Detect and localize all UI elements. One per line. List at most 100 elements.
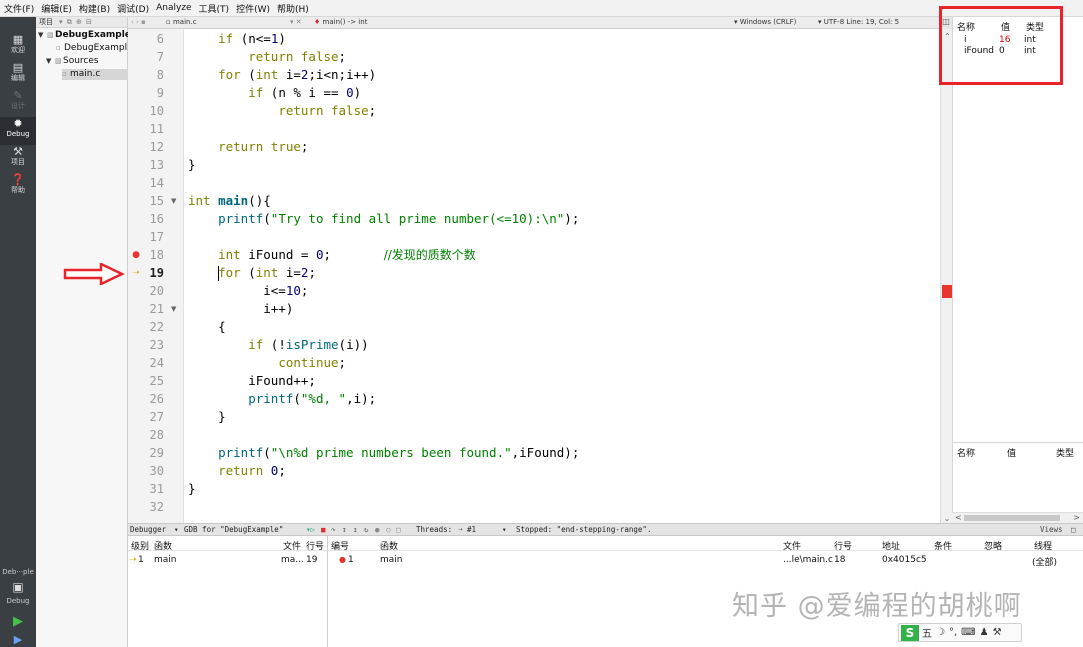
expr-header-name[interactable]: 名称: [957, 446, 975, 459]
line-number[interactable]: 15: [128, 192, 164, 210]
views-icon[interactable]: □: [1071, 525, 1076, 534]
step-into-icon[interactable]: ↧: [342, 525, 347, 534]
line-ending-selector[interactable]: ▾ Windows (CRLF): [734, 18, 796, 26]
menu-edit[interactable]: 编辑(E): [41, 2, 72, 15]
operate-icon[interactable]: □: [396, 525, 401, 534]
breakpoint-icon[interactable]: ●: [131, 246, 141, 264]
mode-edit[interactable]: ▤ 编辑: [0, 61, 36, 89]
chevron-down-icon[interactable]: ▼: [46, 56, 55, 67]
code-line[interactable]: return false;: [188, 102, 376, 120]
nav-arrows-icon[interactable]: ‹ › ▪: [131, 18, 146, 26]
code-line[interactable]: printf("\n%d prime numbers been found.",…: [188, 444, 579, 462]
bp-line[interactable]: 18: [834, 555, 845, 565]
line-number[interactable]: 8: [128, 66, 164, 84]
fold-toggle-icon[interactable]: ▼: [171, 192, 176, 210]
expr-header-type[interactable]: 类型: [1056, 446, 1074, 459]
editor-scrollbar[interactable]: ⌄: [940, 29, 952, 523]
engine-selector[interactable]: GDB for "DebugExample": [184, 525, 283, 534]
bp-address[interactable]: 0x4015c5: [882, 555, 927, 565]
mode-debug[interactable]: ✹ Debug: [0, 117, 36, 145]
line-gutter[interactable]: 6 7 8 9 10 11 12 13 14 15 ▼ 16 17 18 ● 19 ➝ 20 21 ▼ 22 23 24 25…: [128, 29, 184, 523]
views-button[interactable]: Views: [1040, 525, 1063, 534]
line-number[interactable]: 16: [128, 210, 164, 228]
menu-tools[interactable]: 工具(T): [199, 2, 230, 15]
stack-file[interactable]: ma...: [281, 555, 304, 565]
line-number[interactable]: 17: [128, 228, 164, 246]
menu-debug[interactable]: 调试(D): [117, 2, 149, 15]
tree-pro-file[interactable]: ▫ DebugExampl: [56, 43, 127, 54]
code-line[interactable]: }: [188, 480, 196, 498]
line-number[interactable]: 23: [128, 336, 164, 354]
code-line[interactable]: }: [188, 408, 226, 426]
line-number[interactable]: 29: [128, 444, 164, 462]
filter-icon[interactable]: ▾ ⧉ ⊕ ⊟: [59, 18, 93, 27]
ime-logo[interactable]: S: [901, 624, 919, 641]
line-number[interactable]: 20: [128, 282, 164, 300]
code-line[interactable]: }: [188, 156, 196, 174]
toggle-icon[interactable]: ○: [386, 525, 391, 534]
line-number[interactable]: 14: [128, 174, 164, 192]
restart-icon[interactable]: ↻: [364, 525, 369, 534]
line-number[interactable]: 12: [128, 138, 164, 156]
code-line[interactable]: int main(){: [188, 192, 271, 210]
line-number[interactable]: 6: [128, 30, 164, 48]
code-line[interactable]: return false;: [188, 48, 346, 66]
line-number[interactable]: 24: [128, 354, 164, 372]
line-number[interactable]: 25: [128, 372, 164, 390]
code-line[interactable]: {: [188, 318, 226, 336]
menu-help[interactable]: 帮助(H): [277, 2, 309, 15]
run-icon[interactable]: ▶: [0, 614, 36, 629]
code-line[interactable]: iFound++;: [188, 372, 316, 390]
code-editor[interactable]: 6 7 8 9 10 11 12 13 14 15 ▼ 16 17 18 ● 19 ➝ 20 21 ▼ 22 23 24 25…: [128, 29, 940, 523]
mode-help[interactable]: ❓ 帮助: [0, 173, 36, 201]
bp-threads[interactable]: (全部): [1032, 555, 1057, 568]
code-line[interactable]: for (int i=2;i<n;i++): [188, 66, 376, 84]
close-file-icon[interactable]: ▾ ✕: [290, 18, 302, 26]
line-number[interactable]: 11: [128, 120, 164, 138]
code-line[interactable]: printf("Try to find all prime number(<=1…: [188, 210, 579, 228]
stack-level[interactable]: 1: [138, 555, 144, 565]
ime-toolbar[interactable]: S 五 ☽ °, ⌨ ♟ ⚒: [898, 623, 1022, 642]
keyboard-icon[interactable]: ⌨: [961, 627, 975, 638]
stop-icon[interactable]: ■: [321, 525, 326, 534]
symbol-selector[interactable]: ♦ main() -> int: [314, 18, 367, 26]
bp-file[interactable]: ...le\main.c: [783, 555, 833, 565]
chevron-down-icon[interactable]: ▼: [38, 30, 47, 41]
debugger-view-selector[interactable]: Debugger: [130, 525, 166, 534]
menu-analyze[interactable]: Analyze: [156, 3, 191, 13]
menu-widgets[interactable]: 控件(W): [236, 2, 270, 15]
code-line[interactable]: i<=10;: [188, 282, 308, 300]
bp-function[interactable]: main: [380, 555, 403, 565]
punctuation-icon[interactable]: °,: [949, 627, 957, 638]
line-number[interactable]: 32: [128, 498, 164, 516]
debug-run-icon[interactable]: ▶: [0, 633, 36, 646]
code-line[interactable]: for (int i=2;: [188, 264, 316, 282]
tree-sources[interactable]: ▼ ▧Sources: [46, 56, 99, 67]
line-number[interactable]: 21: [128, 300, 164, 318]
line-number[interactable]: 22: [128, 318, 164, 336]
breakpoint-toggle-icon[interactable]: ●: [375, 525, 380, 534]
step-over-icon[interactable]: ↷: [331, 525, 336, 534]
user-icon[interactable]: ♟: [980, 627, 989, 638]
thread-selector[interactable]: ➝ #1: [458, 525, 476, 534]
bp-number[interactable]: 1: [348, 555, 354, 565]
chevron-down-icon[interactable]: ▾: [174, 525, 179, 534]
code-line[interactable]: if (n % i == 0): [188, 84, 361, 102]
line-number[interactable]: 26: [128, 390, 164, 408]
chevron-down-icon[interactable]: ▾: [502, 525, 507, 534]
expressions-scrollbar[interactable]: < >: [952, 512, 1083, 523]
code-line[interactable]: printf("%d, ",i);: [188, 390, 376, 408]
code-line[interactable]: int iFound = 0; //发现的质数个数: [188, 246, 476, 264]
project-header[interactable]: 项目: [39, 17, 53, 27]
code-line[interactable]: return 0;: [188, 462, 286, 480]
ime-mode[interactable]: 五: [922, 625, 932, 640]
line-number[interactable]: 10: [128, 102, 164, 120]
line-number[interactable]: 7: [128, 48, 164, 66]
code-line[interactable]: if (!isPrime(i)): [188, 336, 368, 354]
line-number[interactable]: 31: [128, 480, 164, 498]
code-line[interactable]: i++): [188, 300, 293, 318]
line-number[interactable]: 9: [128, 84, 164, 102]
fold-toggle-icon[interactable]: ▼: [171, 300, 176, 318]
code-line[interactable]: continue;: [188, 354, 346, 372]
code-line[interactable]: return true;: [188, 138, 308, 156]
